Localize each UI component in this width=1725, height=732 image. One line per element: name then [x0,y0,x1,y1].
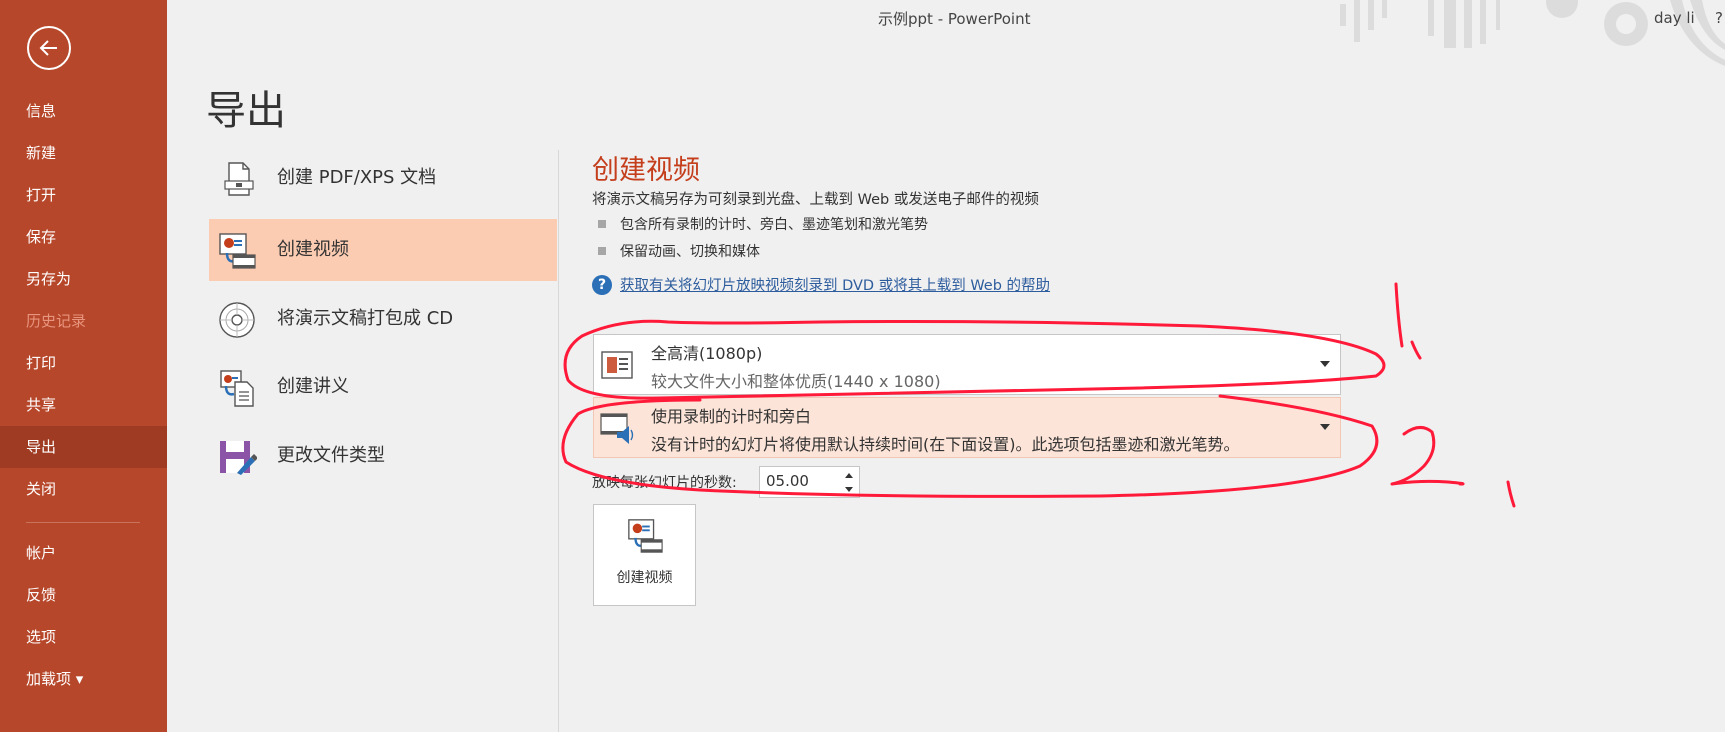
spin-down-icon[interactable] [843,483,855,496]
sidebar-item-open[interactable]: 打开 [0,174,167,216]
export-option-video-label: 创建视频 [277,239,349,260]
detail-bullet: 保留动画、切换和媒体 [598,241,760,261]
window-title: 示例ppt - PowerPoint [878,10,1031,28]
quality-subtitle: 较大文件大小和整体优质(1440 x 1080) [651,372,941,391]
sidebar-item-options[interactable]: 选项 [0,616,167,658]
help-question-button[interactable]: ? [1715,9,1723,27]
timing-subtitle: 没有计时的幻灯片将使用默认持续时间(在下面设置)。此选项包括墨迹和激光笔势。 [651,435,1240,454]
pdf-document-icon [224,162,254,196]
export-option-handout-label: 创建讲义 [277,376,349,397]
backstage-sidebar: 信息 新建 打开 保存 另存为 历史记录 打印 共享 导出 关闭 帐户 反馈 选… [0,0,167,732]
create-video-icon [628,519,663,553]
handout-icon [220,370,254,407]
export-option-cd-label: 将演示文稿打包成 CD [277,308,454,329]
seconds-per-slide-label: 放映每张幻灯片的秒数: [592,475,737,491]
back-arrow-icon [39,40,57,56]
annotation-comma [1506,480,1516,508]
export-option-pdf[interactable]: 创建 PDF/XPS 文档 [209,147,557,209]
export-option-video[interactable]: 创建视频 [209,219,557,281]
user-name[interactable]: day li [1654,9,1695,27]
sidebar-item-close[interactable]: 关闭 [0,468,167,510]
file-type-icon [220,441,257,475]
chevron-down-icon [1320,424,1330,430]
annotation-number-1 [1394,282,1422,360]
spin-up-icon[interactable] [843,469,855,482]
bullet-square-icon [598,220,606,228]
help-question-icon: ? [592,274,612,295]
detail-bullet-text: 包含所有录制的计时、旁白、墨迹笔划和激光笔势 [620,217,928,233]
pane-divider [558,150,559,732]
chevron-down-icon [1320,361,1330,367]
sidebar-item-new[interactable]: 新建 [0,132,167,174]
seconds-per-slide-input[interactable] [766,472,836,490]
sidebar-item-export[interactable]: 导出 [0,426,167,468]
detail-bullet-text: 保留动画、切换和媒体 [620,244,760,260]
help-link-row: ? 获取有关将幻灯片放映视频刻录到 DVD 或将其上载到 Web 的帮助 [592,274,1050,295]
quality-title: 全高清(1080p) [651,344,763,363]
video-icon [219,233,256,269]
cd-icon [219,302,255,338]
export-option-cd[interactable]: 将演示文稿打包成 CD [209,288,557,350]
sidebar-item-history: 历史记录 [26,312,87,330]
create-video-button[interactable]: 创建视频 [593,504,696,606]
sidebar-item-print[interactable]: 打印 [0,342,167,384]
export-option-pdf-label: 创建 PDF/XPS 文档 [277,167,437,188]
timing-title: 使用录制的计时和旁白 [651,407,812,426]
page-title: 导出 [206,88,286,134]
export-option-change-type[interactable]: 更改文件类型 [209,425,557,487]
sidebar-item-account[interactable]: 帐户 [0,532,167,574]
sidebar-item-save[interactable]: 保存 [0,216,167,258]
sidebar-item-save-as[interactable]: 另存为 [0,258,167,300]
export-option-handout[interactable]: 创建讲义 [209,356,557,418]
detail-bullet: 包含所有录制的计时、旁白、墨迹笔划和激光笔势 [598,214,928,234]
sidebar-item-info[interactable]: 信息 [0,90,167,132]
timing-narration-dropdown[interactable]: 使用录制的计时和旁白 没有计时的幻灯片将使用默认持续时间(在下面设置)。此选项包… [593,397,1341,458]
seconds-per-slide-spinner[interactable] [759,466,860,498]
sidebar-item-addins[interactable]: 加载项 ▾ [0,658,167,700]
bullet-square-icon [598,247,606,255]
recorded-timing-icon [600,413,634,444]
annotation-number-2 [1390,426,1465,486]
sidebar-item-share[interactable]: 共享 [0,384,167,426]
export-option-change-type-label: 更改文件类型 [277,445,385,466]
help-link[interactable]: 获取有关将幻灯片放映视频刻录到 DVD 或将其上载到 Web 的帮助 [620,278,1050,294]
detail-title: 创建视频 [592,155,700,186]
sidebar-item-feedback[interactable]: 反馈 [0,574,167,616]
create-video-button-label: 创建视频 [616,570,673,586]
back-button[interactable] [27,26,71,70]
video-quality-dropdown[interactable]: 全高清(1080p) 较大文件大小和整体优质(1440 x 1080) [593,334,1341,395]
sidebar-divider [26,522,140,523]
detail-description: 将演示文稿另存为可刻录到光盘、上载到 Web 或发送电子邮件的视频 [592,192,1039,208]
presentation-quality-icon [601,351,633,379]
